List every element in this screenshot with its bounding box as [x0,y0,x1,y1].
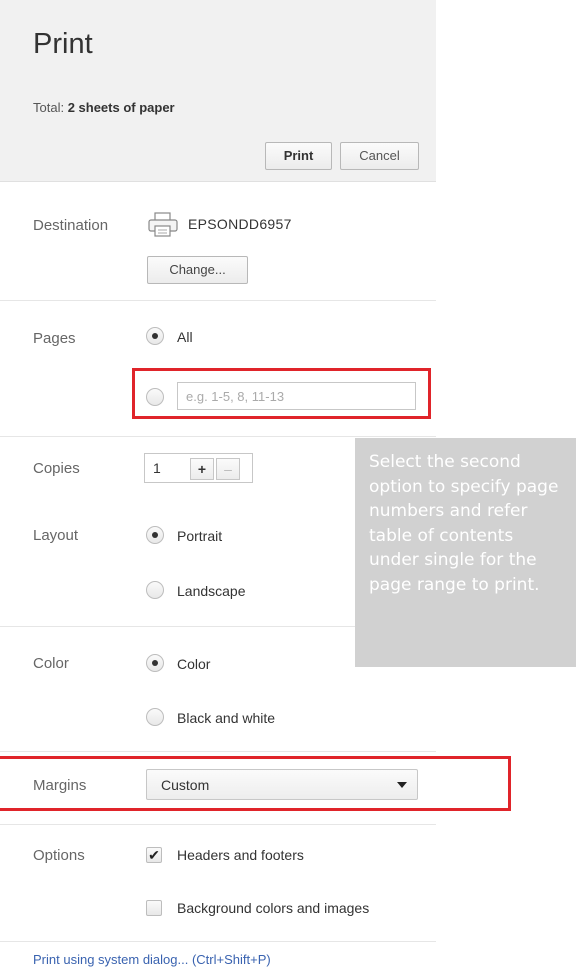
annotation-tooltip: Select the second option to specify page… [355,438,576,667]
margins-highlight-box [0,756,511,811]
pages-label: Pages [33,330,76,347]
change-destination-button[interactable]: Change... [147,256,248,284]
pages-all-radio[interactable] [146,327,164,345]
color-color-radio[interactable] [146,654,164,672]
total-sheets: Total: 2 sheets of paper [33,100,175,115]
layout-label: Layout [33,527,79,544]
pages-highlight-box [132,368,431,419]
copies-decrement-button[interactable]: – [216,458,240,480]
layout-landscape-label: Landscape [177,583,246,599]
divider [0,941,436,942]
headers-footers-checkbox[interactable]: ✔ [146,847,162,863]
background-graphics-checkbox[interactable] [146,900,162,916]
total-prefix: Total: [33,100,68,115]
layout-portrait-radio[interactable] [146,526,164,544]
options-label: Options [33,847,85,864]
divider [0,751,436,752]
cancel-button[interactable]: Cancel [340,142,419,170]
total-value: 2 sheets of paper [67,100,175,115]
color-label: Color [33,655,69,672]
color-bw-radio[interactable] [146,708,164,726]
headers-footers-label: Headers and footers [177,847,304,863]
print-button[interactable]: Print [265,142,332,170]
page-title: Print [33,28,93,60]
divider [0,824,436,825]
print-header: Print Total: 2 sheets of paper Print Can… [0,0,436,182]
pages-all-label: All [177,329,193,345]
copies-value[interactable]: 1 [153,460,161,476]
copies-increment-button[interactable]: + [190,458,214,480]
destination-label: Destination [33,217,109,234]
layout-landscape-radio[interactable] [146,581,164,599]
divider [0,436,436,437]
color-color-label: Color [177,656,211,672]
system-dialog-link[interactable]: Print using system dialog... (Ctrl+Shift… [33,952,271,967]
color-bw-label: Black and white [177,710,276,726]
layout-portrait-label: Portrait [177,528,223,544]
divider [0,300,436,301]
copies-label: Copies [33,460,80,477]
printer-name: EPSONDD6957 [188,216,292,232]
printer-icon [148,212,178,237]
background-graphics-label: Background colors and images [177,900,370,916]
copies-stepper: 1 + – [144,453,253,483]
